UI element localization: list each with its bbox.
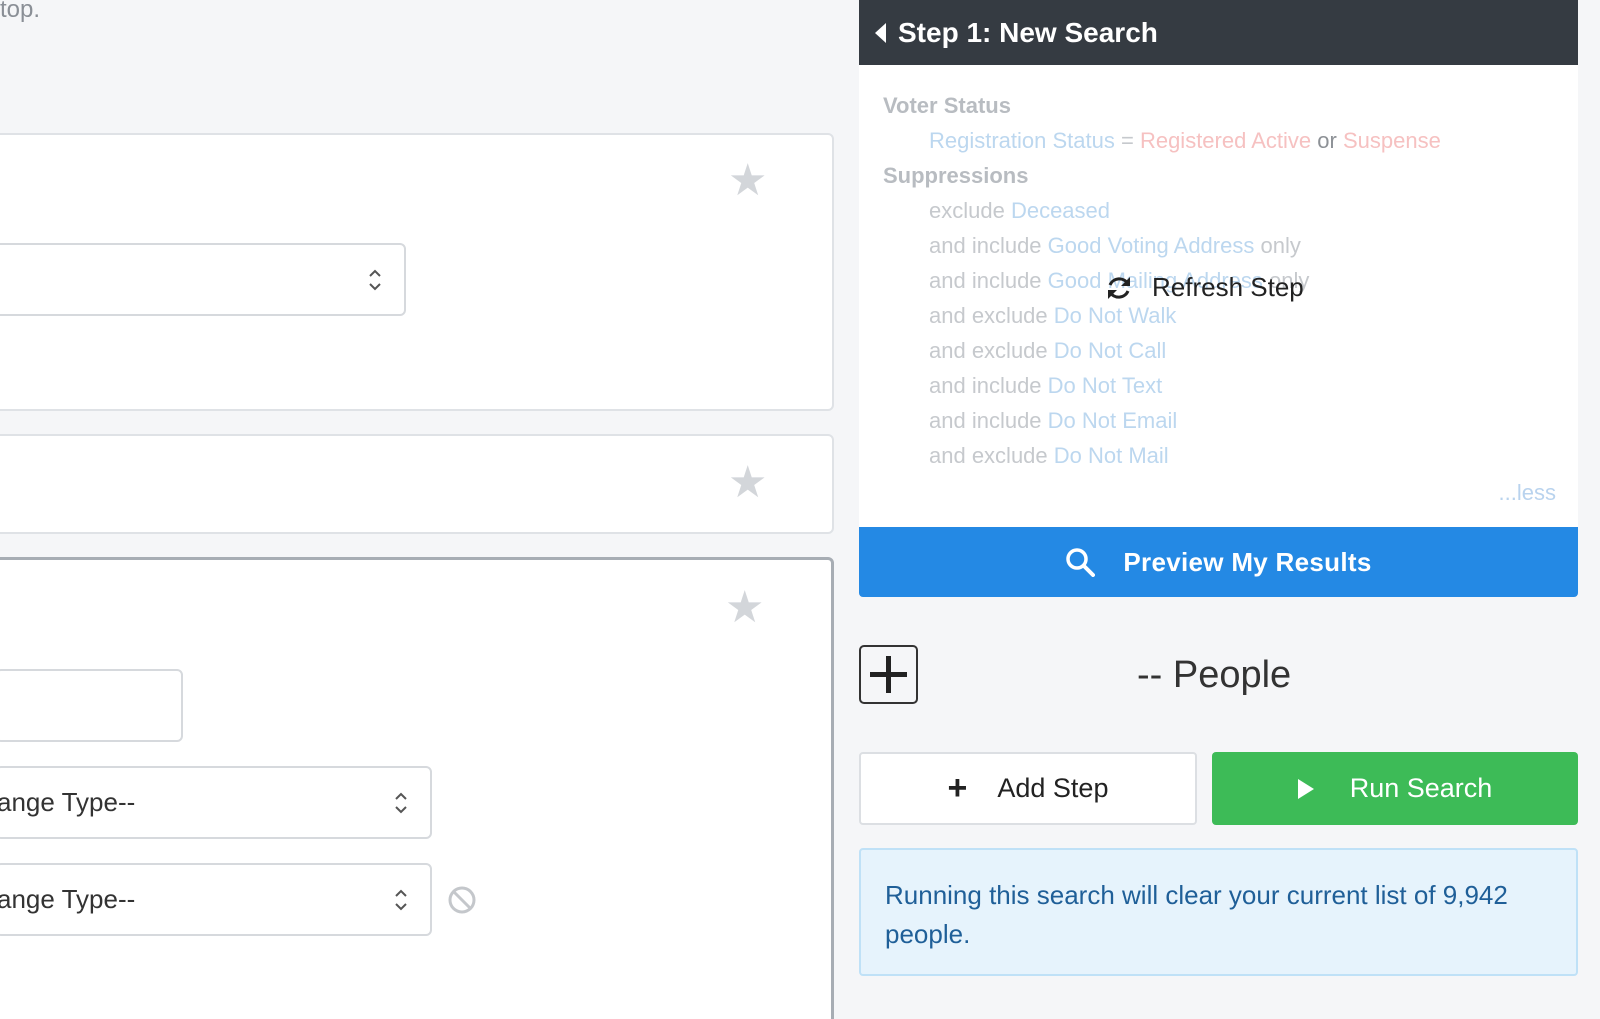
range-type-value: ange Type-- bbox=[0, 884, 136, 914]
criteria-prefix: and exclude bbox=[929, 443, 1054, 468]
filter-card-1: ★ bbox=[0, 133, 834, 411]
criteria-field: Registration Status bbox=[929, 128, 1115, 153]
clear-ban-icon[interactable] bbox=[446, 884, 478, 916]
play-icon bbox=[1297, 778, 1314, 799]
show-less-link[interactable]: ...less bbox=[1499, 480, 1556, 506]
criteria-line: and exclude Do Not Walk bbox=[929, 303, 1176, 329]
criteria-item: Do Not Call bbox=[1053, 338, 1167, 363]
section-heading-voter-status: Voter Status bbox=[883, 93, 1011, 118]
criteria-prefix: and include bbox=[929, 408, 1048, 433]
criteria-line: and include Do Not Email bbox=[929, 408, 1177, 434]
range-type-select-2[interactable]: ange Type-- bbox=[0, 863, 432, 936]
preview-results-button[interactable]: Preview My Results bbox=[859, 527, 1578, 597]
run-search-label: Run Search bbox=[1349, 773, 1493, 803]
criteria-item: Deceased bbox=[1010, 198, 1111, 223]
favorite-star-icon[interactable]: ★ bbox=[725, 586, 764, 630]
add-step-button[interactable]: + Add Step bbox=[859, 752, 1197, 825]
criteria-prefix: and include bbox=[929, 268, 1048, 293]
criteria-line: and exclude Do Not Mail bbox=[929, 443, 1169, 469]
refresh-step-button[interactable]: Refresh Step bbox=[1104, 272, 1304, 303]
step-title: Step 1: New Search bbox=[898, 16, 1158, 48]
favorite-star-icon[interactable]: ★ bbox=[728, 159, 767, 203]
search-icon bbox=[1066, 548, 1096, 577]
filter-card-3: ★ ange Type-- ange Type-- bbox=[0, 557, 834, 1019]
refresh-icon bbox=[1108, 276, 1130, 299]
criteria-item: Do Not Email bbox=[1047, 408, 1178, 433]
criteria-suffix: only bbox=[1254, 233, 1301, 258]
criteria-line: exclude Deceased bbox=[929, 198, 1110, 224]
filter-card-2: ★ bbox=[0, 434, 834, 534]
filter-select-1[interactable] bbox=[0, 243, 406, 316]
criteria-prefix: exclude bbox=[929, 198, 1011, 223]
criteria-line: and exclude Do Not Call bbox=[929, 338, 1166, 364]
criteria-prefix: and exclude bbox=[929, 303, 1054, 328]
criteria-item: Do Not Mail bbox=[1053, 443, 1169, 468]
criteria-value: Registered Active bbox=[1139, 128, 1312, 153]
criteria-item: Do Not Text bbox=[1047, 373, 1163, 398]
step-header[interactable]: Step 1: New Search bbox=[859, 0, 1578, 65]
page-intro-text: top. bbox=[0, 0, 41, 23]
filter-text-input[interactable] bbox=[0, 669, 183, 742]
criteria-item: Good Voting Address bbox=[1047, 233, 1255, 258]
criteria-operator: = bbox=[1114, 128, 1140, 153]
plus-icon bbox=[870, 656, 907, 693]
criteria-item: Do Not Walk bbox=[1053, 303, 1177, 328]
criteria-line: and include Good Voting Address only bbox=[929, 233, 1301, 259]
caret-left-icon[interactable] bbox=[875, 22, 886, 43]
criteria-prefix: and exclude bbox=[929, 338, 1054, 363]
refresh-step-label: Refresh Step bbox=[1152, 272, 1304, 302]
expand-plus-button[interactable] bbox=[859, 645, 918, 704]
chevron-updown-icon bbox=[369, 269, 381, 290]
favorite-star-icon[interactable]: ★ bbox=[728, 461, 767, 505]
chevron-updown-icon bbox=[395, 792, 407, 813]
plus-icon: + bbox=[947, 769, 968, 807]
criteria-line: and include Do Not Text bbox=[929, 373, 1162, 399]
criteria-conjunction: or bbox=[1311, 128, 1343, 153]
chevron-updown-icon bbox=[395, 889, 407, 910]
criteria-line-registration: Registration Status = Registered Active … bbox=[929, 128, 1441, 154]
criteria-value: Suspense bbox=[1342, 128, 1441, 153]
run-search-button[interactable]: Run Search bbox=[1212, 752, 1578, 825]
range-type-select-1[interactable]: ange Type-- bbox=[0, 766, 432, 839]
step-criteria-summary: Voter Status Registration Status = Regis… bbox=[859, 65, 1578, 527]
section-heading-suppressions: Suppressions bbox=[883, 163, 1029, 188]
range-type-value: ange Type-- bbox=[0, 787, 136, 817]
people-count: -- People bbox=[1137, 654, 1292, 696]
add-step-label: Add Step bbox=[997, 773, 1109, 803]
clear-list-warning: Running this search will clear your curr… bbox=[859, 848, 1578, 976]
criteria-prefix: and include bbox=[929, 233, 1048, 258]
search-steps-panel: Step 1: New Search Voter Status Registra… bbox=[859, 0, 1578, 1019]
preview-results-label: Preview My Results bbox=[1123, 546, 1372, 577]
criteria-prefix: and include bbox=[929, 373, 1048, 398]
